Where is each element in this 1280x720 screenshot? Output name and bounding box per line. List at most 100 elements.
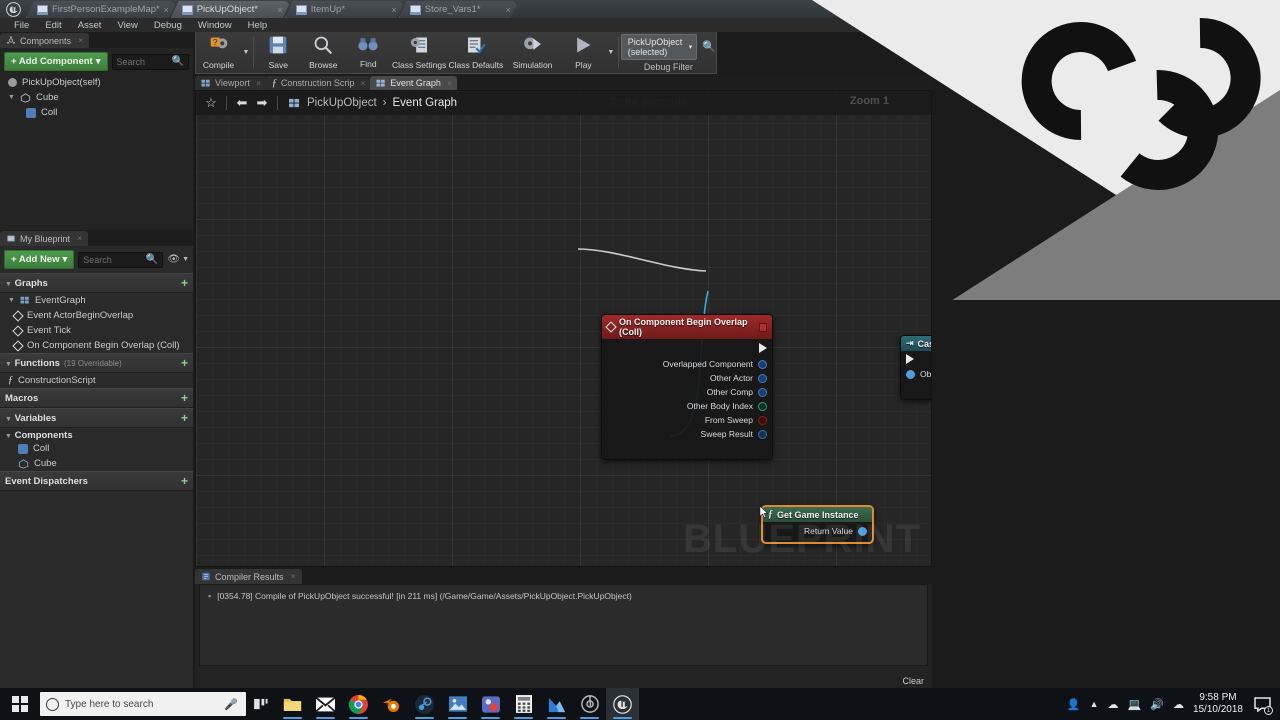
menu-file[interactable]: File	[6, 20, 37, 31]
menu-view[interactable]: View	[109, 20, 145, 31]
object-pin[interactable]	[758, 387, 767, 397]
clear-button[interactable]: Clear	[902, 676, 924, 686]
find-button[interactable]: Find	[346, 32, 391, 73]
node-pin-row[interactable]: Other Actor	[602, 371, 772, 385]
close-icon[interactable]: ×	[163, 5, 168, 15]
node-pin-row[interactable]: Other Comp	[602, 385, 772, 399]
photos-icon[interactable]	[441, 688, 474, 720]
add-component-button[interactable]: + Add Component ▾	[4, 52, 108, 71]
section-variables[interactable]: ▼ Variables +	[0, 408, 193, 428]
close-icon[interactable]: ×	[391, 5, 396, 15]
node-cast-to-store-vars1[interactable]: ⇥ Cast To Store_Vars1 Object Cast Failed	[900, 335, 931, 400]
taskbar-search-input[interactable]: Type here to search 🎤	[40, 692, 246, 716]
node-pin-row[interactable]: From Sweep	[602, 413, 772, 427]
file-explorer-icon[interactable]	[276, 688, 309, 720]
object-pin[interactable]	[758, 359, 767, 369]
add-variable-button[interactable]: +	[181, 411, 188, 425]
node-pin-row[interactable]: Overlapped Component	[602, 357, 772, 371]
close-icon[interactable]: ×	[277, 5, 282, 15]
taskbar-clock[interactable]: 9:58 PM 15/10/2018	[1193, 692, 1243, 716]
bool-pin[interactable]	[758, 415, 767, 425]
expand-arrow-icon[interactable]: ▼	[8, 297, 15, 304]
add-new-button[interactable]: + Add New ▾	[4, 250, 75, 269]
menu-asset[interactable]: Asset	[70, 20, 110, 31]
node-pin-row[interactable]: As Store Vars 1	[901, 381, 931, 399]
editor-tab-3[interactable]: Store_Vars1* ×	[399, 1, 519, 18]
tab-viewport[interactable]: Viewport ×	[195, 76, 266, 90]
network-icon[interactable]: 💻	[1128, 698, 1142, 711]
my-blueprint-search-input[interactable]: Search 🔍	[78, 251, 164, 268]
simulation-button[interactable]: Simulation	[504, 32, 561, 73]
compiler-log[interactable]: ▪ [0354.78] Compile of PickUpObject succ…	[199, 584, 928, 666]
close-icon[interactable]: ×	[78, 36, 83, 45]
tree-item-coll[interactable]: Coll	[0, 105, 193, 120]
expand-arrow-icon[interactable]: ▼	[8, 94, 15, 101]
event-graph-canvas[interactable]: Delta Seconds ☆ ⬅ ➡ PickUpObject › Event…	[195, 90, 932, 567]
exec-pin[interactable]	[759, 343, 767, 353]
component-item-coll[interactable]: Coll	[0, 441, 193, 456]
back-arrow-icon[interactable]: ⬅	[233, 94, 251, 112]
graph-item-on-component-begin-overlap[interactable]: On Component Begin Overlap (Coll)	[0, 338, 193, 353]
close-icon[interactable]: ×	[256, 79, 261, 88]
close-icon[interactable]: ×	[505, 5, 510, 15]
menu-window[interactable]: Window	[190, 20, 240, 31]
save-button[interactable]: Save	[256, 32, 301, 73]
debug-filter-select[interactable]: PickUpObject (selected) ▾	[620, 33, 698, 60]
component-item-cube[interactable]: Cube	[0, 456, 193, 471]
video-editor-icon[interactable]	[540, 688, 573, 720]
node-on-component-begin-overlap[interactable]: On Component Begin Overlap (Coll) Overla…	[601, 314, 773, 460]
breadcrumb-root[interactable]: PickUpObject	[307, 97, 377, 109]
tab-components[interactable]: Components ×	[0, 33, 90, 48]
close-icon[interactable]: ×	[361, 79, 366, 88]
section-components[interactable]: ▼ Components	[0, 428, 193, 441]
add-graph-button[interactable]: +	[181, 276, 188, 290]
class-defaults-button[interactable]: Class Defaults	[448, 32, 505, 73]
tree-item-cube[interactable]: ▼ Cube	[0, 90, 193, 105]
close-icon[interactable]: ×	[447, 79, 452, 88]
unreal-engine-icon[interactable]	[606, 688, 639, 720]
play-button[interactable]: Play	[561, 32, 606, 73]
browse-button[interactable]: Browse	[301, 32, 346, 73]
task-view-icon[interactable]	[246, 688, 276, 720]
blender-icon[interactable]	[375, 688, 408, 720]
editor-tab-0[interactable]: FirstPersonExampleMap* ×	[26, 1, 177, 18]
action-center-icon[interactable]: 1	[1252, 694, 1273, 715]
forward-arrow-icon[interactable]: ➡	[253, 94, 271, 112]
favorite-star-icon[interactable]: ☆	[202, 94, 220, 112]
people-icon[interactable]: 👤	[1067, 698, 1081, 711]
object-input-pin[interactable]	[906, 369, 915, 379]
visibility-options[interactable]: 👁 ▼	[167, 254, 189, 265]
close-icon[interactable]: ×	[291, 572, 296, 581]
graph-item-event-actorbeginoverlap[interactable]: Event ActorBeginOverlap	[0, 308, 193, 323]
tab-construction-script[interactable]: ƒ Construction Scrip ×	[265, 76, 371, 90]
section-graphs[interactable]: ▼ Graphs +	[0, 273, 193, 293]
graph-item-eventgraph[interactable]: ▼ EventGraph	[0, 293, 193, 308]
tree-item-self[interactable]: PickUpObject(self)	[0, 75, 193, 90]
chrome-icon[interactable]	[342, 688, 375, 720]
menu-help[interactable]: Help	[240, 20, 276, 31]
object-pin[interactable]	[758, 373, 767, 383]
section-functions[interactable]: ▼ Functions (19 Overridable) +	[0, 353, 193, 373]
components-search-input[interactable]: Search 🔍	[111, 53, 189, 70]
editor-tab-2[interactable]: ItemUp* ×	[285, 1, 405, 18]
function-item-constructionscript[interactable]: ƒ ConstructionScript	[0, 373, 193, 388]
node-breakpoint-box[interactable]	[758, 322, 767, 332]
add-event-dispatcher-button[interactable]: +	[181, 474, 188, 488]
microphone-icon[interactable]: 🎤	[224, 698, 238, 711]
menu-edit[interactable]: Edit	[37, 20, 69, 31]
compile-options-caret[interactable]: ▼	[241, 32, 251, 73]
add-macro-button[interactable]: +	[181, 391, 188, 405]
search-icon[interactable]: 🔍	[702, 40, 716, 53]
class-settings-button[interactable]: Class Settings	[391, 32, 448, 73]
tab-compiler-results[interactable]: Compiler Results ×	[195, 569, 302, 584]
graph-item-event-tick[interactable]: Event Tick	[0, 323, 193, 338]
tab-event-graph[interactable]: Event Graph ×	[370, 76, 457, 90]
exec-in-pin[interactable]	[906, 354, 914, 364]
editor-tab-1[interactable]: PickUpObject* ×	[171, 1, 291, 18]
node-exec-out-row[interactable]	[602, 339, 772, 357]
struct-pin[interactable]	[758, 429, 767, 439]
node-pin-row[interactable]: Other Body Index	[602, 399, 772, 413]
close-icon[interactable]: ×	[77, 234, 82, 243]
cloud-icon[interactable]: ☁	[1173, 698, 1184, 711]
browser-icon[interactable]	[573, 688, 606, 720]
